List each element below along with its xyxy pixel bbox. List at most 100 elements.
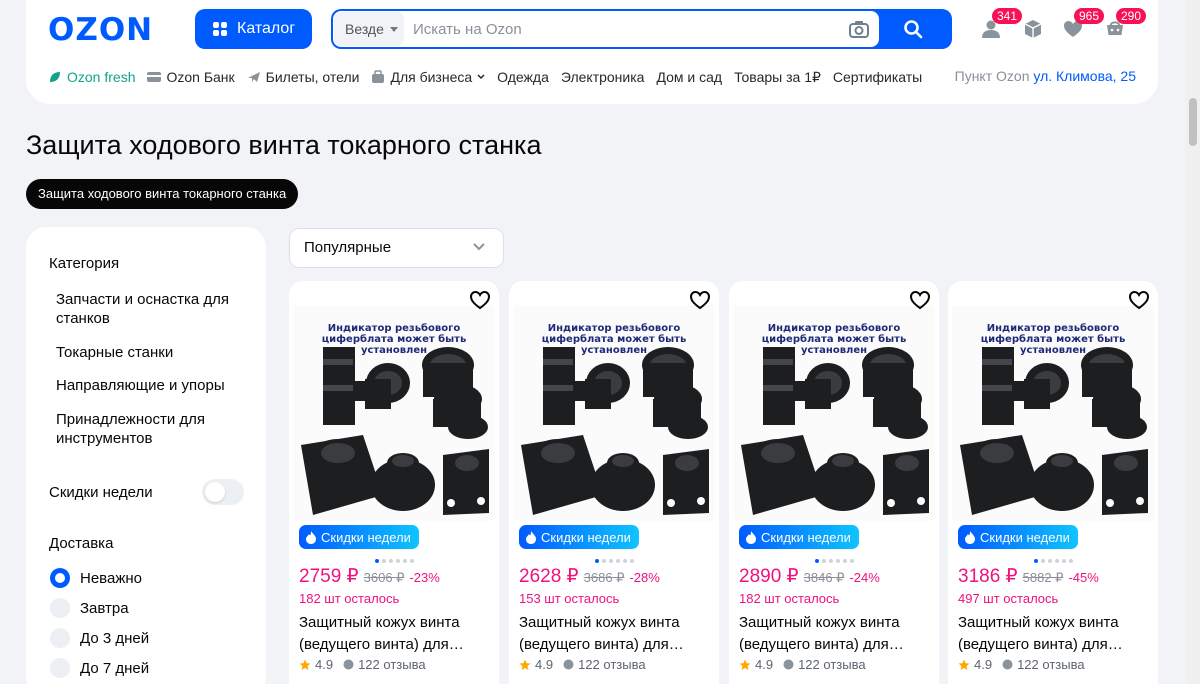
star-icon [739,659,751,670]
nav-business[interactable]: Для бизнеса [371,68,485,86]
flame-icon [746,530,756,544]
reviews-bubble-icon [1002,659,1013,670]
star-icon [958,659,970,670]
ozon-logo[interactable]: OZON [48,12,153,48]
delivery-option[interactable]: До 3 дней [50,628,149,648]
product-rating[interactable]: 4.9 122 отзыва [299,657,426,672]
nav-electronics[interactable]: Электроника [561,68,645,86]
product-title[interactable]: Защитный кожух винта (ведущего винта) дл… [739,612,935,656]
radio[interactable] [50,628,70,648]
category-link[interactable]: Токарные станки [56,343,256,362]
rating-value: 4.9 [535,657,554,672]
rating-value: 4.9 [315,657,334,672]
stock-left: 182 шт осталось [299,591,400,606]
chevron-down-icon [473,243,485,251]
product-image[interactable]: Индикатор резьбового циферблата может бы… [293,305,495,521]
image-pager-dots [375,559,414,563]
favorite-heart-icon[interactable] [909,290,931,310]
nav-certificates[interactable]: Сертификаты [833,68,922,86]
flame-icon [965,530,975,544]
image-pager-dots [595,559,634,563]
favorite-heart-icon[interactable] [469,290,491,310]
star-icon [519,659,531,670]
nav-ozon-bank[interactable]: Ozon Банк [147,68,235,86]
category-link[interactable]: Запчасти и оснастка для станков [56,290,256,328]
product-image[interactable]: Индикатор резьбового циферблата может бы… [513,305,715,521]
nav-tickets[interactable]: Билеты, отели [247,68,360,86]
price-row: 3186 ₽ 5882 ₽ -45% [958,565,1099,588]
camera-icon[interactable] [849,20,869,38]
grid-icon [213,22,227,36]
cart-badge: 290 [1116,8,1147,24]
product-image[interactable]: Индикатор резьбового циферблата может бы… [733,305,935,521]
favorites-badge: 965 [1074,8,1105,24]
product-card[interactable]: Индикатор резьбового циферблата может бы… [729,281,939,684]
product-title[interactable]: Защитный кожух винта (ведущего винта) дл… [299,612,495,656]
page-scrollbar[interactable] [1186,0,1200,684]
sort-select[interactable]: Популярные [289,228,504,268]
plane-icon [247,72,260,82]
old-price: 3846 ₽ [803,570,845,585]
radio-selected[interactable] [50,568,70,588]
delivery-option[interactable]: До 7 дней [50,658,149,678]
nav-label: Билеты, отели [265,69,360,85]
reviews-bubble-icon [563,659,574,670]
search-icon[interactable] [903,19,923,39]
leaf-icon [50,72,60,82]
flame-icon [526,530,536,544]
search-scope-select[interactable]: Везде [334,12,404,46]
business-icon [372,70,385,83]
category-link[interactable]: Принадлежности для инструментов [56,410,256,448]
weekly-deal-badge: Скидки недели [299,525,419,549]
current-price: 2890 ₽ [739,566,799,587]
search-bar: Везде Искать на Ozon [331,9,952,49]
nav-home-garden[interactable]: Дом и сад [656,68,722,86]
product-rating[interactable]: 4.9 122 отзыва [739,657,866,672]
image-pager-dots [1034,559,1073,563]
reviews-count: 122 отзыва [1017,657,1085,672]
product-card[interactable]: Индикатор резьбового циферблата может бы… [509,281,719,684]
query-chip[interactable]: Защита ходового винта токарного станка [26,179,299,209]
category-link[interactable]: Направляющие и упоры [56,376,256,395]
radio[interactable] [50,658,70,678]
product-title[interactable]: Защитный кожух винта (ведущего винта) дл… [519,612,715,656]
product-card[interactable]: Индикатор резьбового циферблата может бы… [948,281,1158,684]
current-price: 2759 ₽ [299,566,359,587]
rating-value: 4.9 [755,657,774,672]
old-price: 5882 ₽ [1022,570,1064,585]
nav-label: Ozon fresh [67,69,136,85]
delivery-option[interactable]: Неважно [50,568,142,588]
discount-percent: -24% [849,570,880,585]
nav-one-ruble[interactable]: Товары за 1₽ [734,68,821,86]
product-rating[interactable]: 4.9 122 отзыва [519,657,646,672]
reviews-count: 122 отзыва [358,657,426,672]
sub-navigation: Ozon fresh Ozon Банк Билеты, отели Для б… [48,68,922,86]
delivery-option[interactable]: Завтра [50,598,129,618]
product-rating[interactable]: 4.9 122 отзыва [958,657,1085,672]
radio[interactable] [50,598,70,618]
favorite-heart-icon[interactable] [1128,290,1150,310]
delivery-option-label: До 3 дней [80,629,150,647]
scrollbar-thumb[interactable] [1189,98,1197,146]
product-title[interactable]: Защитный кожух винта (ведущего винта) дл… [958,612,1154,656]
product-card[interactable]: Индикатор резьбового циферблата может бы… [289,281,499,684]
catalog-button[interactable]: Каталог [195,9,312,49]
stock-left: 153 шт осталось [519,591,620,606]
pickup-address[interactable]: ул. Климова, 25 [1033,68,1136,84]
orders-box-icon[interactable] [1022,18,1044,40]
nav-label: Для бизнеса [390,69,473,85]
product-image[interactable]: Индикатор резьбового циферблата может бы… [952,305,1154,521]
weekly-discounts-toggle[interactable] [202,479,244,505]
nav-ozon-fresh[interactable]: Ozon fresh [48,68,135,86]
pickup-point[interactable]: Пункт Ozon ул. Климова, 25 [955,68,1136,84]
price-row: 2759 ₽ 3606 ₽ -23% [299,565,440,588]
site-header: OZON Каталог Везде Искать на Ozon 341 96… [26,0,1158,104]
current-price: 2628 ₽ [519,566,579,587]
reviews-bubble-icon [783,659,794,670]
favorite-heart-icon[interactable] [689,290,711,310]
deal-badge-label: Скидки недели [541,529,631,545]
chevron-down-icon [477,74,485,80]
search-input[interactable]: Везде Искать на Ozon [333,11,879,47]
nav-clothing[interactable]: Одежда [497,68,549,86]
old-price: 3686 ₽ [583,570,625,585]
